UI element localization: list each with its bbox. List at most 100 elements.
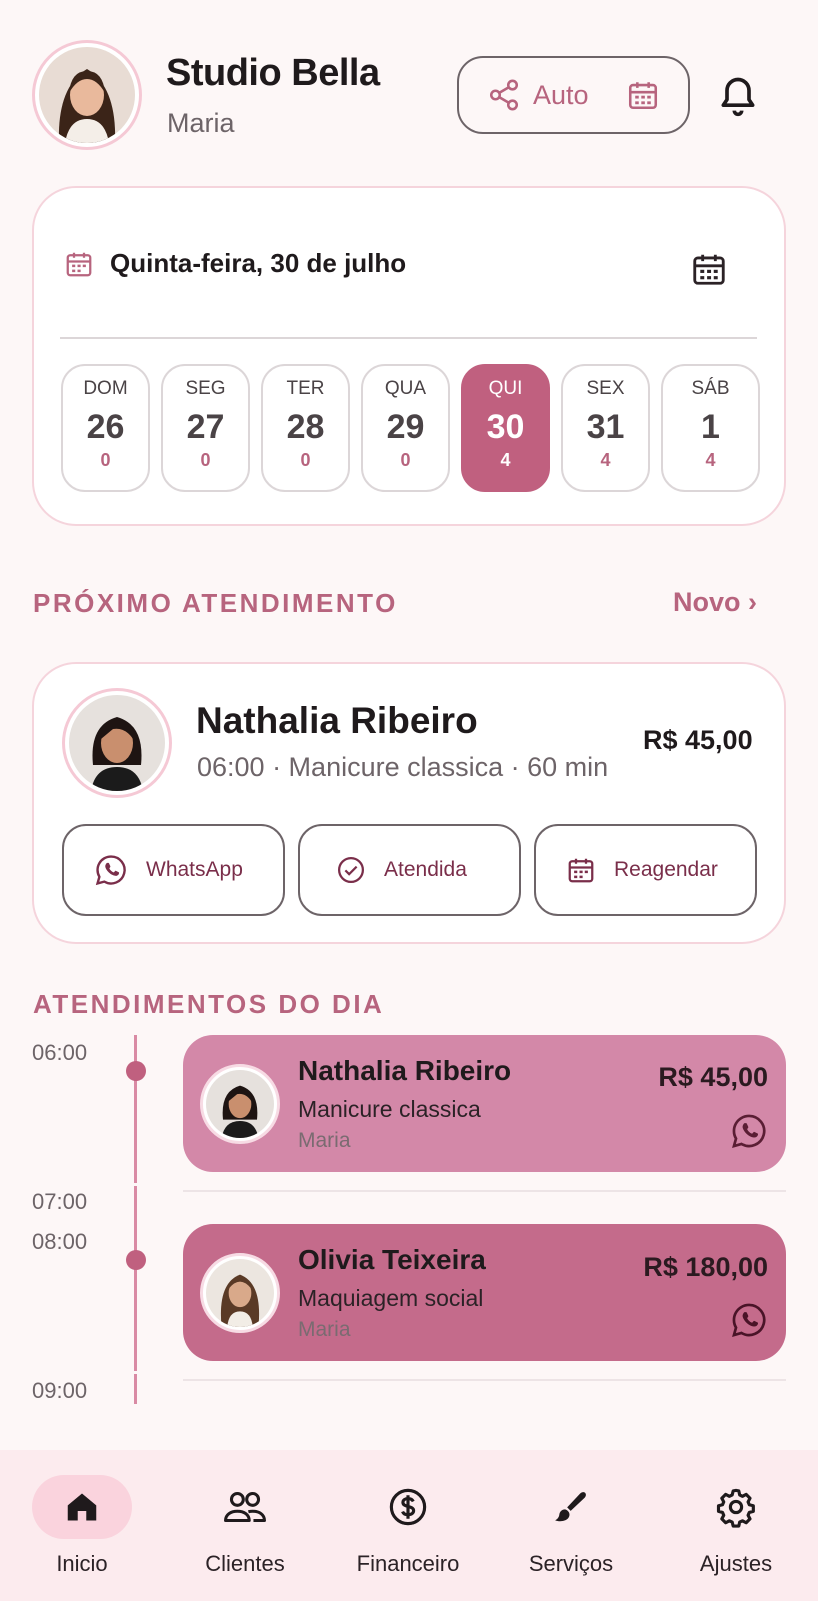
day-count: 4 xyxy=(600,450,611,470)
day-count: 0 xyxy=(200,450,211,470)
divider xyxy=(60,337,757,339)
slot-divider xyxy=(183,1379,786,1381)
timeline-dot xyxy=(126,1061,146,1081)
day-chip-sun[interactable]: DOM 26 0 xyxy=(61,364,150,492)
nav-indicator xyxy=(32,1475,132,1539)
nav-label: Ajustes xyxy=(699,1551,773,1576)
day-number: 28 xyxy=(286,408,325,446)
calendar-small-icon xyxy=(66,252,92,276)
day-number: 26 xyxy=(86,408,125,446)
day-chip-mon[interactable]: SEG 27 0 xyxy=(161,364,250,492)
next-appointment-price: R$ 45,00 xyxy=(643,725,753,755)
next-appointment-meta: 06:00 · Manicure classica · 60 min xyxy=(197,752,609,782)
whatsapp-button[interactable]: WhatsApp xyxy=(62,824,285,916)
appointment-client-name: Olivia Teixeira xyxy=(298,1244,486,1275)
nav-item-clientes[interactable]: Clientes xyxy=(180,1475,310,1577)
nav-label: Financeiro xyxy=(356,1551,460,1576)
day-number: 30 xyxy=(486,408,525,446)
whatsapp-icon xyxy=(95,855,126,886)
nav-item-ajustes[interactable]: Ajustes xyxy=(671,1475,801,1577)
nav-label: Clientes xyxy=(205,1551,285,1576)
home-icon xyxy=(67,1493,97,1521)
day-number: 1 xyxy=(701,408,720,446)
day-chip-tue[interactable]: TER 28 0 xyxy=(261,364,350,492)
client-portrait-icon xyxy=(69,695,165,791)
time-label: 06:00 xyxy=(32,1040,88,1065)
slot-divider xyxy=(183,1190,786,1192)
check-circle-icon xyxy=(338,857,364,883)
day-name: SÁB xyxy=(691,378,730,399)
auto-label: Auto xyxy=(533,79,589,110)
timeline-line xyxy=(134,1035,137,1183)
nav-item-financeiro[interactable]: Financeiro xyxy=(343,1475,473,1577)
nav-label: Serviços xyxy=(528,1551,614,1576)
nav-icon-wrap xyxy=(521,1475,621,1539)
day-number: 27 xyxy=(186,408,225,446)
client-avatar xyxy=(200,1064,280,1144)
week-day-selector: DOM 26 0 SEG 27 0 TER 28 0 QUA 29 0 QUI … xyxy=(61,364,760,492)
appointment-service: Maquiagem social xyxy=(298,1285,484,1311)
client-portrait-icon xyxy=(206,1259,274,1327)
day-number: 29 xyxy=(386,408,425,446)
appointment-client-name: Nathalia Ribeiro xyxy=(298,1055,512,1086)
selected-date: Quinta-feira, 30 de julho xyxy=(64,248,406,279)
nav-item-servicos[interactable]: Serviços xyxy=(506,1475,636,1577)
auto-share-button[interactable]: Auto xyxy=(457,56,690,134)
user-name: Maria xyxy=(167,108,235,138)
attended-label: Atendida xyxy=(384,858,467,881)
reschedule-button[interactable]: Reagendar xyxy=(534,824,757,916)
day-name: SEX xyxy=(586,378,625,399)
time-label: 08:00 xyxy=(32,1229,88,1254)
share-icon xyxy=(489,79,519,111)
time-label: 07:00 xyxy=(32,1189,88,1214)
appointment-service: Manicure classica xyxy=(298,1096,481,1122)
calendar-reschedule-icon xyxy=(568,858,594,883)
new-appointment-link[interactable]: Novo › xyxy=(673,587,757,618)
timeline-dot xyxy=(126,1250,146,1270)
woman-portrait-icon xyxy=(39,47,135,143)
appointment-price: R$ 45,00 xyxy=(658,1062,768,1092)
date-label: Quinta-feira, 30 de julho xyxy=(110,248,407,278)
nav-icon-wrap xyxy=(358,1475,458,1539)
next-appointment-heading: PRÓXIMO ATENDIMENTO xyxy=(33,588,398,618)
people-icon xyxy=(224,1491,266,1523)
studio-avatar[interactable] xyxy=(32,40,142,150)
day-name: DOM xyxy=(83,378,128,399)
app-title: Studio Bella xyxy=(166,52,380,94)
day-appointments-heading: ATENDIMENTOS DO DIA xyxy=(33,989,385,1019)
day-name: SEG xyxy=(185,378,226,399)
client-portrait-icon xyxy=(206,1070,274,1138)
brush-icon xyxy=(555,1492,586,1522)
nav-label: Inicio xyxy=(56,1551,108,1576)
client-avatar xyxy=(200,1253,280,1333)
day-count: 0 xyxy=(100,450,111,470)
day-count: 4 xyxy=(500,450,511,470)
timeline-line xyxy=(134,1186,137,1371)
calendar-icon xyxy=(628,82,658,110)
day-chip-sat[interactable]: SÁB 1 4 xyxy=(661,364,760,492)
day-chip-thu-selected[interactable]: QUI 30 4 xyxy=(461,364,550,492)
day-count: 0 xyxy=(300,450,311,470)
appointment-price: R$ 180,00 xyxy=(643,1252,768,1282)
day-chip-fri[interactable]: SEX 31 4 xyxy=(561,364,650,492)
appointment-professional: Maria xyxy=(298,1129,351,1152)
next-client-name: Nathalia Ribeiro xyxy=(196,700,478,741)
nav-item-inicio[interactable]: Inicio xyxy=(17,1475,147,1577)
day-name: QUI xyxy=(488,378,523,399)
day-count: 4 xyxy=(705,450,716,470)
whatsapp-icon[interactable] xyxy=(730,1301,768,1339)
attended-button[interactable]: Atendida xyxy=(298,824,521,916)
whatsapp-label: WhatsApp xyxy=(146,858,243,881)
whatsapp-icon[interactable] xyxy=(730,1112,768,1150)
day-name: QUA xyxy=(384,378,427,399)
appointment-professional: Maria xyxy=(298,1318,351,1341)
nav-icon-wrap xyxy=(195,1475,295,1539)
bell-icon[interactable] xyxy=(716,74,760,118)
day-chip-wed[interactable]: QUA 29 0 xyxy=(361,364,450,492)
gear-icon xyxy=(716,1488,755,1528)
day-number: 31 xyxy=(586,408,625,446)
reschedule-label: Reagendar xyxy=(614,858,718,881)
client-avatar xyxy=(62,688,172,798)
nav-icon-wrap xyxy=(686,1475,786,1539)
calendar-picker-icon[interactable] xyxy=(690,248,728,290)
